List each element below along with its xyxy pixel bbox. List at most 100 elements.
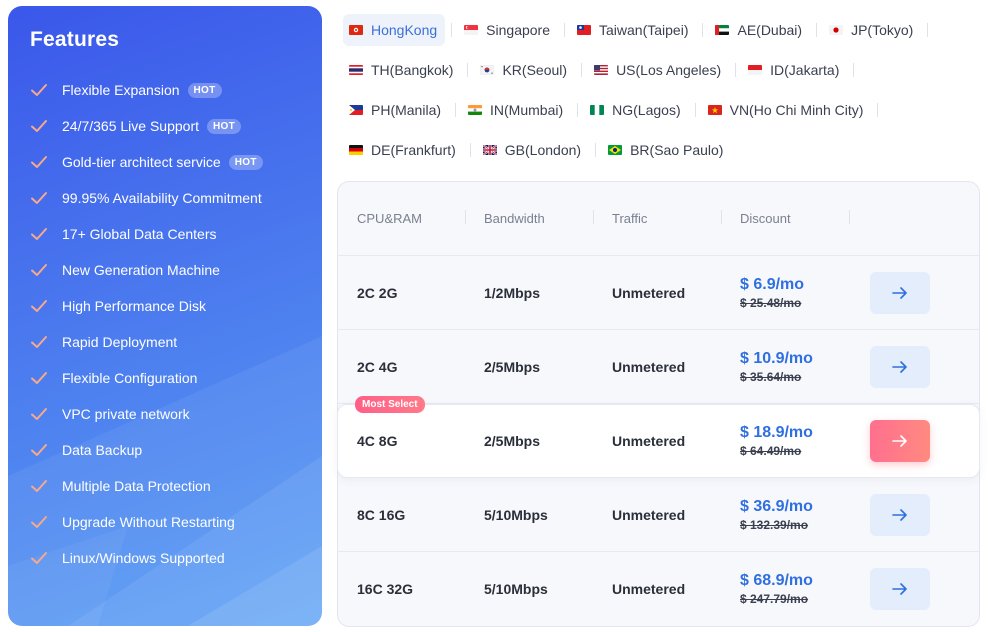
price-cell: $ 10.9/mo $ 35.64/mo xyxy=(722,350,850,384)
region-label: AE(Dubai) xyxy=(737,22,803,38)
gb-flag-icon xyxy=(482,145,497,155)
check-icon xyxy=(31,228,47,240)
divider xyxy=(694,103,696,117)
divider xyxy=(816,23,818,37)
feature-label: Gold-tier architect service xyxy=(62,154,221,170)
price: $ 68.9/mo xyxy=(740,572,813,589)
region-tab-hongkong[interactable]: HongKong xyxy=(343,14,446,46)
region-label: IN(Mumbai) xyxy=(490,102,564,118)
region-row: HongKong Singapore Taiwan(Taipei) AE(Dub… xyxy=(343,10,983,50)
hot-badge: HOT xyxy=(228,154,263,170)
feature-item: 24/7/365 Live Support HOT xyxy=(30,108,263,144)
region-label: US(Los Angeles) xyxy=(616,62,722,78)
region-tab-taiwan[interactable]: Taiwan(Taipei) xyxy=(571,14,696,46)
feature-label: Multiple Data Protection xyxy=(62,478,211,494)
select-plan-button[interactable] xyxy=(870,568,930,610)
traffic: Unmetered xyxy=(612,581,686,597)
region-tab-seoul[interactable]: KR(Seoul) xyxy=(474,54,575,86)
tw-flag-icon xyxy=(577,25,591,35)
sg-flag-icon xyxy=(464,25,479,35)
old-price: $ 64.49/mo xyxy=(740,444,802,458)
feature-label: Linux/Windows Supported xyxy=(62,550,225,566)
region-tab-mumbai[interactable]: IN(Mumbai) xyxy=(462,94,571,126)
traffic: Unmetered xyxy=(612,433,686,449)
divider xyxy=(451,23,453,37)
check-icon xyxy=(31,120,47,132)
feature-label: Data Backup xyxy=(62,442,143,458)
feature-item: Rapid Deployment xyxy=(30,324,263,360)
price: $ 6.9/mo xyxy=(740,275,805,293)
feature-label: 99.95% Availability Commitment xyxy=(62,190,262,206)
check-icon xyxy=(31,300,47,312)
select-plan-button[interactable] xyxy=(870,420,930,462)
check-icon xyxy=(31,84,47,96)
region-tab-london[interactable]: GB(London) xyxy=(477,134,589,166)
region-tab-bangkok[interactable]: TH(Bangkok) xyxy=(343,54,461,86)
bandwidth: 2/5Mbps xyxy=(484,358,541,375)
check-icon xyxy=(31,552,47,564)
price: $ 36.9/mo xyxy=(740,497,813,515)
ph-flag-icon xyxy=(349,105,363,115)
region-tab-sao-paulo[interactable]: BR(Sao Paulo) xyxy=(602,134,731,166)
plan-row: 2C 4G 2/5Mbps Unmetered $ 10.9/mo $ 35.6… xyxy=(338,330,979,404)
arrow-right-icon xyxy=(892,360,907,373)
region-tab-los-angeles[interactable]: US(Los Angeles) xyxy=(588,54,729,86)
header-discount: Discount xyxy=(722,210,850,226)
features-title: Features xyxy=(30,28,120,51)
region-tab-singapore[interactable]: Singapore xyxy=(458,14,558,46)
feature-label: New Generation Machine xyxy=(62,262,220,278)
region-label: PH(Manila) xyxy=(371,102,442,118)
arrow-right-icon xyxy=(892,508,907,521)
region-tab-tokyo[interactable]: JP(Tokyo) xyxy=(823,14,921,46)
traffic: Unmetered xyxy=(612,358,686,375)
region-tab-lagos[interactable]: NG(Lagos) xyxy=(584,94,688,126)
divider xyxy=(877,103,879,117)
plan-row-featured: Most Select 4C 8G 2/5Mbps Unmetered $ 18… xyxy=(337,396,980,478)
region-tab-dubai[interactable]: AE(Dubai) xyxy=(709,14,810,46)
region-label: NG(Lagos) xyxy=(612,102,681,118)
price-cell: $ 18.9/mo $ 64.49/mo xyxy=(722,424,850,458)
region-label: TH(Bangkok) xyxy=(371,62,454,78)
br-flag-icon xyxy=(608,145,623,155)
check-icon xyxy=(31,516,47,528)
region-tab-frankfurt[interactable]: DE(Frankfurt) xyxy=(343,134,464,166)
th-flag-icon xyxy=(349,65,363,75)
plan-row: 16C 32G 5/10Mbps Unmetered $ 68.9/mo $ 2… xyxy=(338,552,979,626)
feature-label: 24/7/365 Live Support xyxy=(62,118,199,134)
region-tab-jakarta[interactable]: ID(Jakarta) xyxy=(742,54,847,86)
select-plan-button[interactable] xyxy=(870,271,930,314)
region-row: PH(Manila) IN(Mumbai) NG(Lagos) VN(Ho Ch… xyxy=(343,90,983,130)
ae-flag-icon xyxy=(715,25,730,35)
feature-label: VPC private network xyxy=(62,406,190,422)
feature-label: Flexible Configuration xyxy=(62,370,198,386)
check-icon xyxy=(31,192,47,204)
region-row: DE(Frankfurt) GB(London) BR(Sao Paulo) xyxy=(343,130,983,170)
check-icon xyxy=(31,372,47,384)
divider xyxy=(581,63,583,77)
select-plan-button[interactable] xyxy=(870,493,930,536)
region-label: GB(London) xyxy=(504,142,582,158)
region-label: JP(Tokyo) xyxy=(851,22,914,38)
feature-label: 17+ Global Data Centers xyxy=(62,226,217,242)
header-bandwidth: Bandwidth xyxy=(466,210,594,226)
most-select-badge: Most Select xyxy=(355,396,425,413)
region-tab-ho-chi-minh[interactable]: VN(Ho Chi Minh City) xyxy=(702,94,872,126)
divider xyxy=(577,103,579,117)
region-tab-manila[interactable]: PH(Manila) xyxy=(343,94,449,126)
region-label: ID(Jakarta) xyxy=(770,62,840,78)
region-label: HongKong xyxy=(371,22,438,38)
price-cell: $ 68.9/mo $ 247.79/mo xyxy=(722,572,850,606)
check-icon xyxy=(31,480,47,492)
feature-item: Gold-tier architect service HOT xyxy=(30,144,263,180)
check-icon xyxy=(31,408,47,420)
check-icon xyxy=(31,444,47,456)
us-flag-icon xyxy=(594,65,609,75)
price-cell: $ 6.9/mo $ 25.48/mo xyxy=(722,276,850,310)
kr-flag-icon xyxy=(480,65,495,75)
cpu-ram: 16C 32G xyxy=(357,581,414,597)
check-icon xyxy=(31,156,47,168)
select-plan-button[interactable] xyxy=(870,345,930,388)
region-label: KR(Seoul) xyxy=(502,62,568,78)
features-list: Flexible Expansion HOT 24/7/365 Live Sup… xyxy=(30,72,263,576)
region-label: DE(Frankfurt) xyxy=(371,142,456,158)
